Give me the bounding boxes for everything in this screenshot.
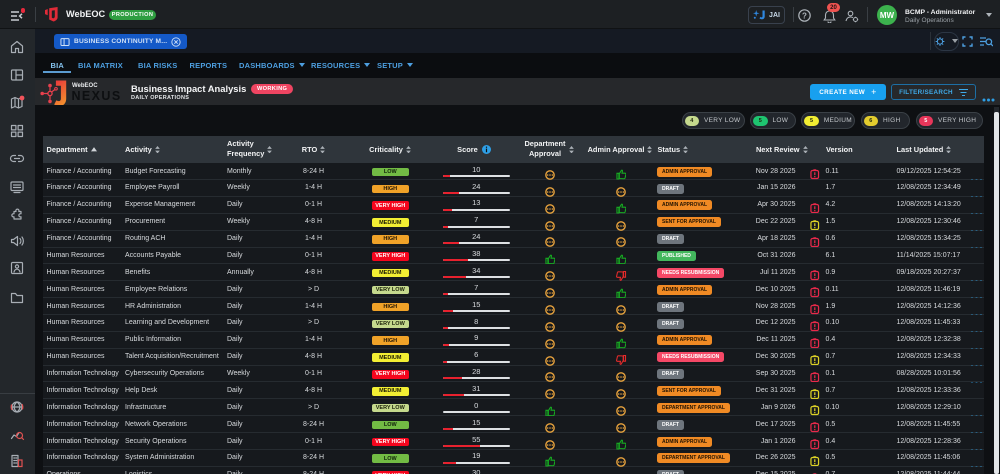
svg-text:?: ? [802,12,807,21]
